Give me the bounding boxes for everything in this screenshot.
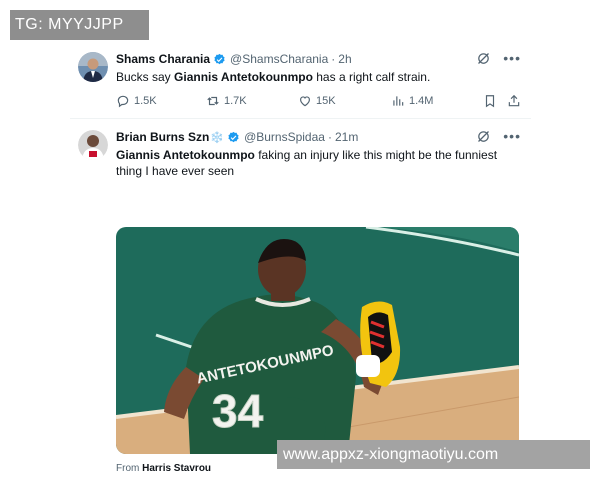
timestamp[interactable]: 2h xyxy=(338,52,351,66)
grok-icon[interactable] xyxy=(476,51,491,66)
handle[interactable]: @BurnsSpidaa xyxy=(244,130,325,144)
display-name[interactable]: Shams Charania xyxy=(116,52,210,66)
watermark-bottom: www.appxz-xiongmaotiyu.com xyxy=(277,440,590,469)
tweet-text: Giannis Antetokounmpo faking an injury l… xyxy=(116,147,521,179)
reply-icon xyxy=(117,95,129,108)
display-name[interactable]: Brian Burns Szn xyxy=(116,130,209,144)
views-icon xyxy=(393,96,404,106)
tweet-feed: Shams Charania @ShamsCharania · 2h ••• B… xyxy=(70,40,531,474)
bookmark-icon xyxy=(485,95,495,108)
tweet-shams[interactable]: Shams Charania @ShamsCharania · 2h ••• B… xyxy=(70,40,531,116)
verified-icon xyxy=(228,131,239,142)
media-source: From Harris Stavrou xyxy=(116,463,211,474)
tweet-media-image[interactable]: ANTETOKOUNMPO 34 xyxy=(116,227,519,454)
tweet-text: Bucks say Giannis Antetokounmpo has a ri… xyxy=(116,69,521,85)
heart-icon xyxy=(300,96,310,107)
views-button[interactable]: 1.4M xyxy=(391,94,433,108)
retweet-button[interactable]: 1.7K xyxy=(206,94,247,108)
text-segment: Bucks say xyxy=(116,70,175,84)
reply-button[interactable]: 1.5K xyxy=(116,94,157,108)
tweet-brian[interactable]: Brian Burns Szn ❄️ @BurnsSpidaa · 21m ••… xyxy=(70,122,531,474)
separator-dot: · xyxy=(327,130,332,144)
text-segment: has a right calf strain. xyxy=(312,70,431,84)
grok-icon[interactable] xyxy=(476,129,491,144)
mention-bold: Giannis Antetokounmpo xyxy=(174,70,313,84)
avatar-shams[interactable] xyxy=(78,52,108,82)
tweet-header: Shams Charania @ShamsCharania · 2h xyxy=(116,51,352,67)
more-icon[interactable]: ••• xyxy=(503,51,521,66)
retweet-count: 1.7K xyxy=(224,95,247,107)
share-icon xyxy=(508,94,520,107)
snowflake-emoji: ❄️ xyxy=(210,131,225,144)
tweet-divider xyxy=(70,118,531,119)
tweet-actions: 1.5K 1.7K 15K 1.4M xyxy=(116,94,521,110)
retweet-icon xyxy=(207,96,219,106)
tweet-header: Brian Burns Szn ❄️ @BurnsSpidaa · 21m xyxy=(116,129,358,145)
from-label: From xyxy=(116,463,140,474)
timestamp[interactable]: 21m xyxy=(335,130,358,144)
reply-count: 1.5K xyxy=(134,95,157,107)
share-button[interactable] xyxy=(507,94,521,108)
watermark-top: TG: MYYJJPP xyxy=(10,10,149,40)
view-count: 1.4M xyxy=(409,95,434,107)
mention-bold: Giannis Antetokounmpo xyxy=(116,148,255,162)
bookmark-button[interactable] xyxy=(483,94,497,108)
like-count: 15K xyxy=(316,95,336,107)
separator-dot: · xyxy=(331,52,336,66)
verified-icon xyxy=(214,53,225,64)
like-button[interactable]: 15K xyxy=(298,94,336,108)
handle[interactable]: @ShamsCharania xyxy=(230,52,328,66)
more-icon[interactable]: ••• xyxy=(503,129,521,144)
tweet-top-actions: ••• xyxy=(476,51,521,66)
avatar-brian[interactable] xyxy=(78,130,108,160)
from-name[interactable]: Harris Stavrou xyxy=(142,463,211,474)
jersey-number: 34 xyxy=(212,385,264,437)
tweet-top-actions: ••• xyxy=(476,129,521,144)
